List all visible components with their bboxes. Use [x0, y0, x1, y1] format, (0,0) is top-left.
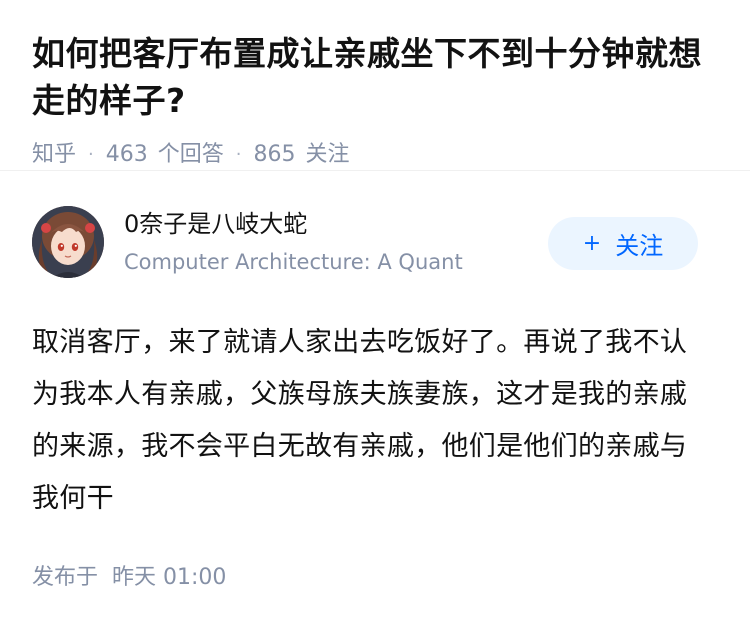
follower-count: 865 — [253, 142, 296, 167]
separator-dot: · — [88, 144, 94, 165]
follower-count-label[interactable]: 关注 — [306, 140, 350, 170]
published-label: 发布于 — [32, 565, 99, 590]
follow-button-label: 关注 — [615, 232, 664, 260]
follow-button[interactable]: + 关注 — [548, 217, 698, 270]
avatar-illustration — [32, 206, 104, 278]
author-name[interactable]: 0奈子是八岐大蛇 — [124, 207, 463, 241]
answer-footer: 发布于 昨天 01:00 — [32, 563, 718, 593]
source-label[interactable]: 知乎 — [32, 140, 76, 170]
answer-count-label[interactable]: 个回答 — [158, 140, 224, 170]
author-info: 0奈子是八岐大蛇 Computer Architecture: A Quant — [124, 207, 463, 277]
published-time: 昨天 01:00 — [112, 565, 227, 590]
separator-dot: · — [235, 144, 242, 165]
plus-icon: + — [582, 231, 602, 256]
avatar[interactable] — [32, 206, 104, 278]
answer-content[interactable]: 取消客厅，来了就请人家出去吃饭好了。再说了我不认为我本人有亲戚，父族母族夫族妻族… — [32, 317, 702, 525]
question-title[interactable]: 如何把客厅布置成让亲戚坐下不到十分钟就想走的样子? — [32, 30, 718, 124]
author-bio: Computer Architecture: A Quant — [124, 250, 463, 274]
question-meta: 知乎 · 463 个回答 · 865 关注 — [32, 140, 718, 170]
question-header: 如何把客厅布置成让亲戚坐下不到十分钟就想走的样子? 知乎 · 463 个回答 ·… — [0, 0, 750, 171]
answer-count: 463 — [105, 142, 148, 167]
answer-card: 0奈子是八岐大蛇 Computer Architecture: A Quant … — [0, 171, 750, 593]
